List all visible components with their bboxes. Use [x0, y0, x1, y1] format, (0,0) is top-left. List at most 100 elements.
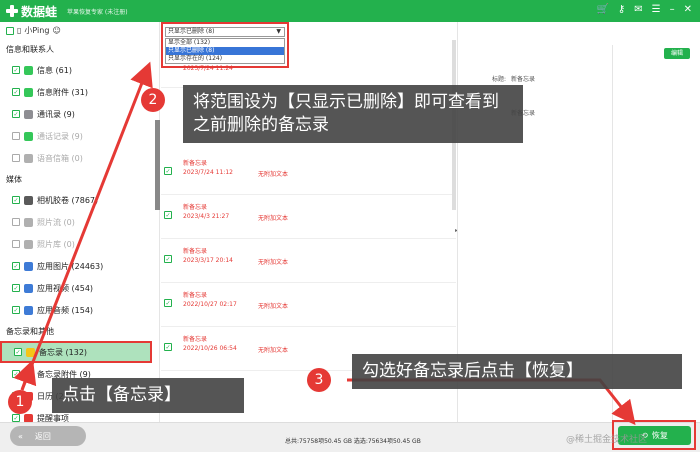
sidebar-item[interactable]: 通话记录 (9) [0, 125, 159, 147]
note-text: 无附加文本 [258, 347, 289, 354]
cart-icon[interactable]: 🛒 [596, 4, 608, 15]
item-checkbox[interactable]: ✓ [12, 262, 20, 270]
note-checkbox[interactable]: ✓ [164, 343, 172, 351]
user-icon: ☺ [52, 26, 61, 35]
category-icon [24, 109, 33, 119]
callout-1-badge: 1 [8, 390, 32, 414]
chat-icon[interactable]: ✉ [634, 4, 642, 15]
sidebar-scrollbar[interactable] [155, 120, 160, 210]
category-icon [24, 283, 33, 293]
note-row[interactable]: ✓ 新备忘录 2023/7/24 11:12 无附加文本 [161, 152, 456, 195]
note-checkbox[interactable]: ✓ [164, 299, 172, 307]
sidebar-item[interactable]: ✓ 应用图片 (24463) [0, 255, 159, 277]
note-date: 2022/10/26 06:54 [183, 345, 237, 352]
item-checkbox[interactable] [12, 240, 20, 248]
note-checkbox[interactable]: ✓ [164, 255, 172, 263]
item-checkbox[interactable]: ✓ [12, 110, 20, 118]
note-checkbox[interactable]: ✓ [164, 167, 172, 175]
item-checkbox[interactable]: ✓ [12, 414, 20, 422]
note-checkbox[interactable]: ✓ [164, 211, 172, 219]
sidebar-item[interactable]: ✓ 应用视频 (454) [0, 277, 159, 299]
category-icon [24, 65, 33, 75]
item-checkbox[interactable]: ✓ [12, 66, 20, 74]
category-icon [24, 369, 33, 379]
item-checkbox[interactable]: ✓ [14, 348, 22, 356]
minimize-icon[interactable]: – [670, 4, 675, 15]
category-icon [24, 239, 33, 249]
note-date: 2023/3/17 20:14 [183, 257, 233, 264]
callout-1: 点击【备忘录】 [52, 378, 244, 413]
filter-dropdown[interactable]: 只显示已删除 (8) ▼ [165, 27, 285, 37]
detail-label: 标题: [492, 76, 507, 83]
item-checkbox[interactable] [12, 132, 20, 140]
note-title: 新备忘录 [183, 160, 208, 167]
sidebar-item[interactable]: ✓ 信息附件 (31) [0, 81, 159, 103]
sidebar-item-label: 应用图片 (24463) [37, 261, 104, 271]
app-name: 数据蛙 [21, 4, 58, 19]
callout-3: 勾选好备忘录后点击【恢复】 [352, 354, 682, 389]
sidebar-item[interactable]: 照片库 (0) [0, 233, 159, 255]
sidebar-item[interactable]: ✓ 应用音频 (154) [0, 299, 159, 321]
note-row[interactable]: ✓ 新备忘录 2023/3/17 20:14 无附加文本 [161, 240, 456, 283]
detail-title-value: 新备忘录 [511, 76, 536, 83]
category-icon [24, 195, 33, 205]
note-date: 2023/7/24 11:12 [183, 169, 233, 176]
note-date: 2023/7/24 11:24 [183, 65, 233, 72]
app-subtitle: 苹果恢复专家 (未注册) [67, 8, 128, 16]
sidebar-item-label: 备忘录 (132) [39, 347, 88, 357]
note-row[interactable]: ✓ 新备忘录 2023/4/3 21:27 无附加文本 [161, 196, 456, 239]
item-checkbox[interactable]: ✓ [12, 88, 20, 96]
totals-text: 总共:75758项50.45 GB 选选:75634项50.45 GB [285, 438, 421, 445]
sidebar-section-media: 媒体 [6, 174, 22, 184]
note-title: 新备忘录 [183, 336, 208, 343]
note-text: 无附加文本 [258, 171, 289, 178]
device-row[interactable]: ▯ 小Ping ☺ [0, 22, 159, 39]
note-row-partial[interactable]: 2023/7/24 11:24 [161, 45, 456, 88]
sidebar-section-notes-other: 备忘录和其他 [6, 326, 54, 336]
watermark: @稀土掘金技术社区 [566, 435, 648, 445]
back-button[interactable]: « 返回 [10, 426, 86, 446]
sidebar-item-label: 应用视频 (454) [37, 283, 94, 293]
item-checkbox[interactable] [12, 218, 20, 226]
callout-2-text: 将范围设为【只显示已删除】即可查看到之前删除的备忘录 [193, 92, 499, 135]
sidebar-item[interactable]: ✓ 信息 (61) [0, 59, 159, 81]
app-logo: 数据蛙 [0, 3, 57, 20]
sidebar-item[interactable]: ✓ 相机胶卷 (7867) [0, 189, 159, 211]
app-logo-icon [6, 5, 18, 17]
item-checkbox[interactable]: ✓ [12, 370, 20, 378]
sidebar-item[interactable]: 语音信箱 (0) [0, 147, 159, 169]
category-icon [24, 305, 33, 315]
note-row[interactable]: ✓ 新备忘录 2022/10/27 02:17 无附加文本 [161, 284, 456, 327]
device-checkbox[interactable] [6, 26, 14, 35]
sidebar-item-label: 语音信箱 (0) [37, 153, 83, 163]
device-name: 小Ping [24, 26, 50, 35]
callout-3-text: 勾选好备忘录后点击【恢复】 [362, 361, 583, 381]
sidebar-item-label: 相机胶卷 (7867) [37, 195, 99, 205]
filter-dropdown-value: 只显示已删除 (8) [168, 28, 215, 35]
note-title: 新备忘录 [183, 292, 208, 299]
note-title: 新备忘录 [183, 248, 208, 255]
sidebar-item-label: 信息附件 (31) [37, 87, 88, 97]
sidebar-item[interactable]: ✓ 备忘录 (132) [0, 341, 152, 363]
sidebar-item[interactable]: 照片流 (0) [0, 211, 159, 233]
callout-3-badge: 3 [307, 368, 331, 392]
sidebar-item-label: 照片流 (0) [37, 217, 75, 227]
note-title: 新备忘录 [183, 204, 208, 211]
note-text: 无附加文本 [258, 215, 289, 222]
category-icon [24, 153, 33, 163]
title-bar: 数据蛙 苹果恢复专家 (未注册) 🛒 ⚷ ✉ ☰ – ✕ [0, 0, 700, 22]
item-checkbox[interactable]: ✓ [12, 284, 20, 292]
category-icon [24, 131, 33, 141]
item-checkbox[interactable] [12, 154, 20, 162]
close-icon[interactable]: ✕ [684, 4, 692, 15]
item-checkbox[interactable]: ✓ [12, 306, 20, 314]
sidebar-item[interactable]: ✓ 通讯录 (9) [0, 103, 159, 125]
edit-button[interactable]: 编辑 [664, 48, 690, 59]
sidebar-item-label: 通讯录 (9) [37, 109, 75, 119]
chevron-down-icon: ▼ [276, 28, 281, 35]
menu-icon[interactable]: ☰ [652, 4, 661, 15]
item-checkbox[interactable]: ✓ [12, 196, 20, 204]
key-icon[interactable]: ⚷ [618, 4, 625, 15]
callout-1-text: 点击【备忘录】 [62, 385, 181, 405]
sidebar-item-label: 照片库 (0) [37, 239, 75, 249]
